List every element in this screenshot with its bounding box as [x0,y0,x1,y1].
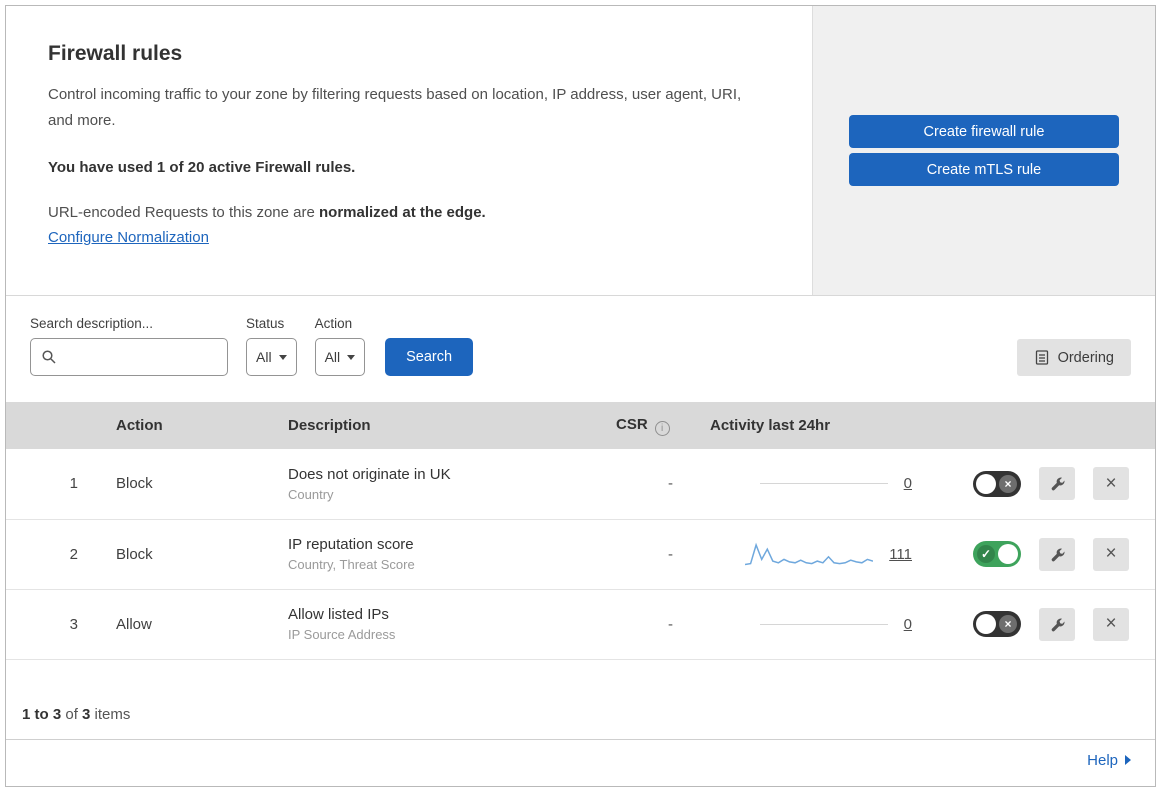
search-input[interactable] [30,338,228,376]
rule-fields: IP Source Address [288,627,396,642]
ordering-button[interactable]: Ordering [1016,339,1131,376]
create-firewall-rule-button[interactable]: Create firewall rule [849,115,1119,148]
rule-description: Does not originate in UK [288,465,451,483]
search-box [30,338,228,376]
usage-summary: You have used 1 of 20 active Firewall ru… [48,159,356,176]
activity-count-link[interactable]: 111 [889,546,912,563]
x-icon: × [999,474,1017,493]
chevron-right-icon [1125,755,1131,765]
activity-flatline [759,623,888,625]
table-header: Action Description CSR i Activity last 24… [6,402,1155,449]
rule-index: 3 [6,589,94,660]
rule-toggle[interactable]: ✓ × [973,470,1021,497]
close-icon: × [1105,472,1117,494]
normalization-note: URL-encoded Requests to this zone are no… [48,204,782,221]
rule-csr: - [594,589,694,660]
rule-index: 1 [6,449,94,520]
column-header-action: Action [94,402,266,449]
toggle-knob [998,544,1018,564]
column-header-csr: CSR i [594,402,694,449]
close-icon: × [1105,543,1117,564]
table-row: 2 Block IP reputation score Country, Thr… [6,519,1155,590]
table-row: 3 Allow Allow listed IPs IP Source Addre… [6,589,1155,660]
status-value: All [256,349,272,365]
toggle-knob [976,614,996,634]
help-bar: Help [6,738,1155,786]
items-text: items [90,705,131,723]
action-label: Action [314,316,353,331]
csr-label: CSR [616,415,648,433]
normalization-highlight: normalized at the edge. [319,204,486,221]
toggle-knob [976,473,996,494]
activity-sparkline-chart [745,542,874,566]
of-text: of [61,705,83,723]
rule-index: 2 [6,519,94,590]
search-icon [42,350,56,364]
page-description: Control incoming traffic to your zone by… [48,86,742,129]
rules-table: Action Description CSR i Activity last 24… [6,402,1155,660]
rule-action: Block [94,449,266,520]
status-filter-group: Status All [246,316,297,376]
close-icon: × [1105,613,1117,634]
x-icon: × [999,615,1017,633]
configure-normalization-link[interactable]: Configure Normalization [48,229,209,246]
column-header-index [6,402,94,449]
action-value: All [324,349,341,365]
column-header-controls [922,402,1155,449]
filters-section: Search description... Status All Action … [6,296,1155,402]
rule-description: Allow listed IPs [288,606,389,623]
pagination-summary: 1 to 3 of 3 items [6,660,1155,739]
range-text: 1 to 3 [22,705,62,723]
info-icon[interactable]: i [654,420,670,436]
edit-rule-button[interactable] [1039,467,1075,501]
ordering-icon [1035,350,1048,365]
edit-rule-button[interactable] [1039,537,1075,571]
wrench-icon [1051,477,1065,491]
delete-rule-button[interactable]: × [1093,607,1129,641]
action-dropdown[interactable]: All [314,338,366,376]
check-icon: ✓ [977,545,995,563]
wrench-icon [1051,618,1065,631]
edit-rule-button[interactable] [1039,607,1075,641]
actions-panel: Create firewall rule Create mTLS rule [812,6,1155,295]
page-title: Firewall rules [48,42,183,65]
search-button[interactable]: Search [385,338,474,376]
search-label: Search description... [30,316,154,331]
activity-count-link[interactable]: 0 [904,616,912,633]
column-header-activity: Activity last 24hr [694,402,922,449]
rule-fields: Country [288,486,334,502]
chevron-down-icon [347,354,356,360]
header-section: Firewall rules Control incoming traffic … [6,6,1155,296]
table-row: 1 Block Does not originate in UK Country… [6,449,1155,520]
help-link[interactable]: Help [1087,752,1131,769]
rule-description: IP reputation score [288,536,414,553]
activity-count-link[interactable]: 0 [904,475,912,492]
rule-csr: - [594,449,694,520]
help-label: Help [1087,751,1118,769]
status-label: Status [246,316,285,331]
search-filter-group: Search description... [30,316,228,376]
rule-csr: - [594,519,694,590]
wrench-icon [1051,548,1065,561]
firewall-rules-page: Firewall rules Control incoming traffic … [5,5,1156,787]
rule-action: Allow [94,589,266,660]
normalization-text: URL-encoded Requests to this zone are [48,204,315,221]
rule-toggle[interactable]: ✓ × [973,611,1021,637]
delete-rule-button[interactable]: × [1093,537,1129,571]
create-mtls-rule-button[interactable]: Create mTLS rule [849,153,1119,186]
activity-flatline [759,483,888,485]
rule-action: Block [94,519,266,590]
column-header-description: Description [266,402,594,449]
ordering-label: Ordering [1057,349,1114,366]
status-dropdown[interactable]: All [246,338,297,376]
header-content: Firewall rules Control incoming traffic … [6,6,812,295]
chevron-down-icon [278,354,287,360]
action-filter-group: Action All [314,316,366,376]
rule-fields: Country, Threat Score [288,557,415,572]
delete-rule-button[interactable]: × [1093,467,1129,501]
rule-toggle[interactable]: ✓ × [973,541,1021,567]
